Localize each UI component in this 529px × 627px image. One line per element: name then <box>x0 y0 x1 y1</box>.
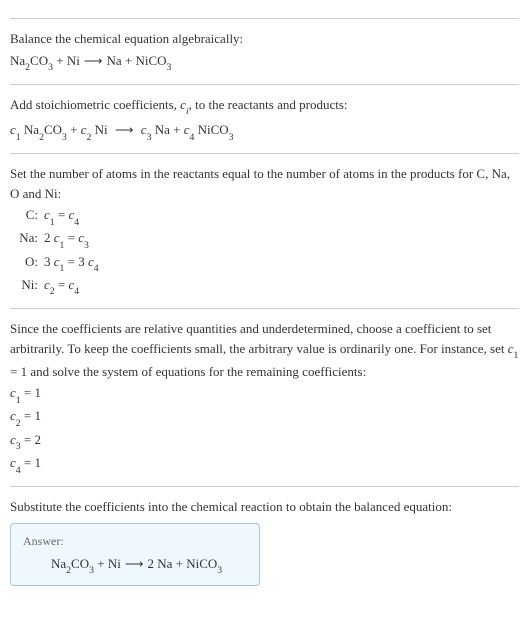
solve-title: Since the coefficients are relative quan… <box>10 319 519 381</box>
atoms-title: Set the number of atoms in the reactants… <box>10 164 519 203</box>
section-atoms: Set the number of atoms in the reactants… <box>10 153 519 298</box>
problem-equation: Na2CO3 + Ni⟶Na + NiCO3 <box>10 51 519 74</box>
stoich-title: Add stoichiometric coefficients, ci, to … <box>10 95 519 118</box>
atom-row-c: C: c1 = c4 <box>16 205 519 228</box>
stoich-equation: c1 Na2CO3 + c2 Ni ⟶ c3 Na + c4 NiCO3 <box>10 120 519 143</box>
answer-label: Answer: <box>23 532 247 550</box>
section-answer: Substitute the coefficients into the che… <box>10 486 519 586</box>
coeff-c3: c3 = 2 <box>10 430 519 453</box>
coeff-c2: c2 = 1 <box>10 406 519 429</box>
problem-title: Balance the chemical equation algebraica… <box>10 29 519 49</box>
atom-row-ni: Ni: c2 = c4 <box>16 275 519 298</box>
answer-box: Answer: Na2CO3 + Ni⟶2 Na + NiCO3 <box>10 523 260 586</box>
atom-row-o: O: 3 c1 = 3 c4 <box>16 252 519 275</box>
section-problem: Balance the chemical equation algebraica… <box>10 18 519 74</box>
atom-row-na: Na: 2 c1 = c3 <box>16 228 519 251</box>
section-solve: Since the coefficients are relative quan… <box>10 308 519 476</box>
coeff-c1: c1 = 1 <box>10 383 519 406</box>
atoms-table: C: c1 = c4 Na: 2 c1 = c3 O: 3 c1 = 3 c4 … <box>16 205 519 298</box>
answer-title: Substitute the coefficients into the che… <box>10 497 519 517</box>
coeff-c4: c4 = 1 <box>10 453 519 476</box>
section-stoichiometric: Add stoichiometric coefficients, ci, to … <box>10 84 519 143</box>
answer-equation: Na2CO3 + Ni⟶2 Na + NiCO3 <box>23 554 247 577</box>
coeff-list: c1 = 1 c2 = 1 c3 = 2 c4 = 1 <box>10 383 519 476</box>
